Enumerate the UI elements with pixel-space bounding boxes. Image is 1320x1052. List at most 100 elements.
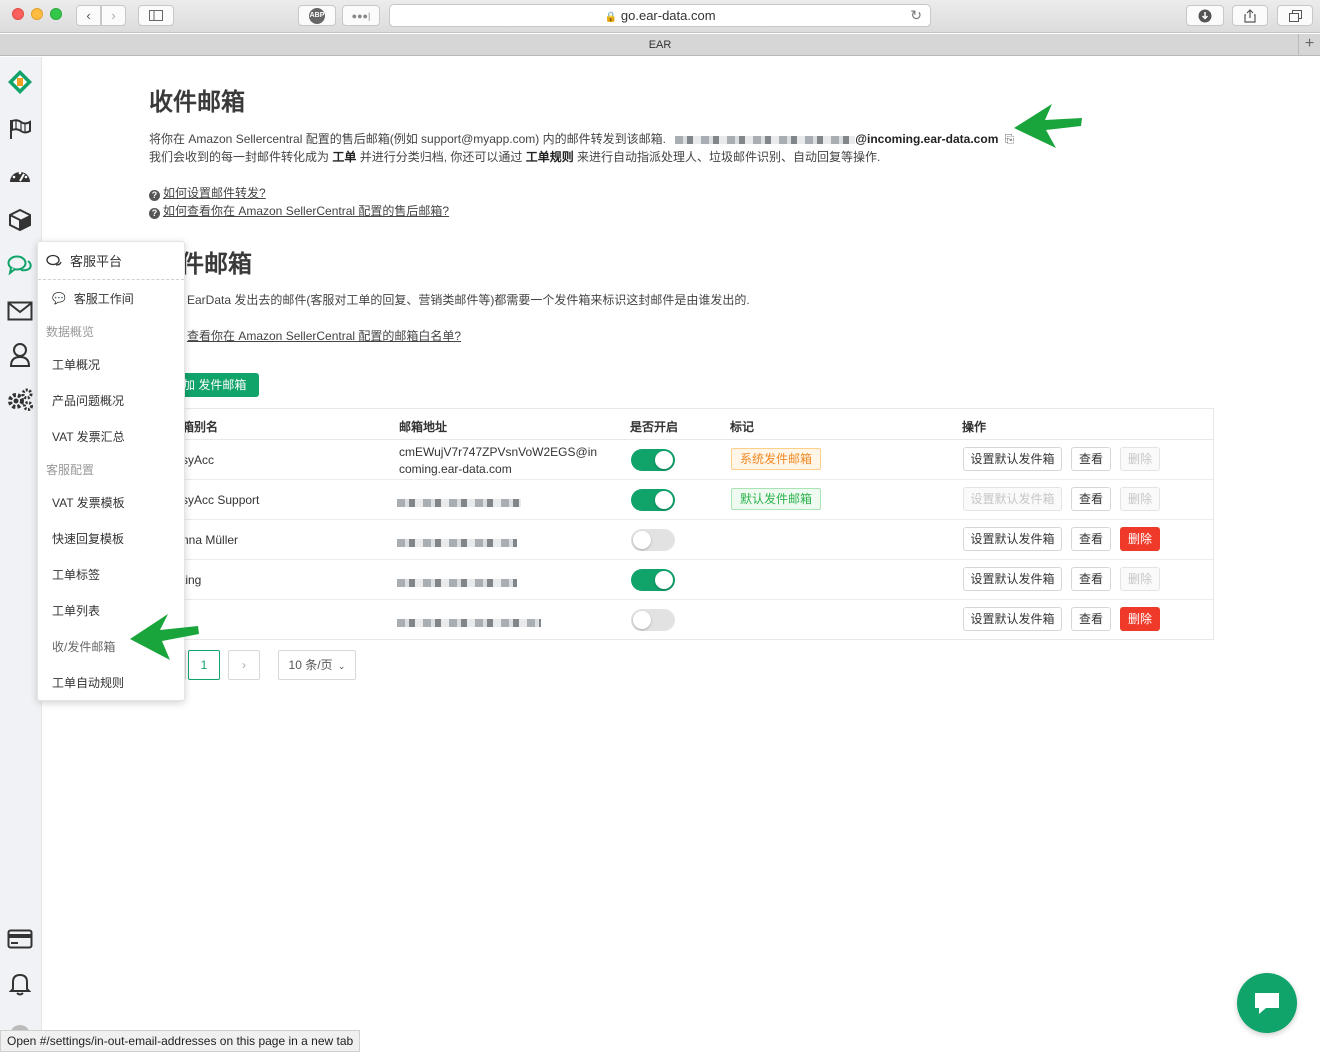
help-link-aftersales[interactable]: ? 如何查看你在 Amazon SellerCentral 配置的售后邮箱? [149, 202, 449, 219]
menu-item-workspace[interactable]: 💬 客服工作间 [38, 280, 184, 316]
set-default-button[interactable]: 设置默认发件箱 [963, 567, 1062, 591]
chevron-right-icon: › [111, 8, 116, 23]
enabled-switch[interactable] [631, 529, 675, 551]
email-cell-redacted [397, 575, 517, 589]
menu-group-config: 客服配置 [46, 462, 95, 477]
link-status-bar: Open #/settings/in-out-email-addresses o… [0, 1030, 361, 1052]
email-cell-redacted [397, 615, 541, 629]
menu-item-product-issues[interactable]: 产品问题概况 [38, 382, 184, 418]
rail-notifications[interactable] [6, 970, 34, 998]
menu-item-quick-reply[interactable]: 快速回复模板 [38, 520, 184, 556]
reload-icon[interactable]: ↻ [910, 5, 922, 26]
inbox-description-text: 将你在 Amazon Sellercentral 配置的售后邮箱(例如 supp… [149, 132, 666, 146]
address-text: go.ear-data.com [620, 8, 716, 23]
set-default-button[interactable]: 设置默认发件箱 [963, 607, 1062, 631]
delete-button[interactable]: 删除 [1120, 607, 1160, 631]
box-icon [9, 208, 31, 232]
set-default-button[interactable]: 设置默认发件箱 [963, 527, 1062, 551]
tab-title[interactable]: EAR [649, 39, 672, 51]
email-cell-redacted [397, 495, 521, 509]
dots-icon: ●●●| [351, 10, 371, 21]
switch-knob [633, 531, 651, 549]
rail-mail[interactable] [6, 297, 34, 325]
switch-knob [633, 611, 651, 629]
view-button[interactable]: 查看 [1071, 567, 1111, 591]
close-window-button[interactable] [12, 8, 24, 20]
bell-icon [9, 973, 31, 996]
menu-item-vat-summary[interactable]: VAT 发票汇总 [38, 418, 184, 454]
set-default-button[interactable]: 设置默认发件箱 [963, 487, 1062, 511]
alias-cell: syAcc Support [182, 493, 260, 507]
enabled-switch[interactable] [631, 489, 675, 511]
adblock-icon: ABP [309, 7, 325, 24]
col-alias: 箱别名 [182, 420, 219, 434]
redacted-email [397, 498, 521, 507]
back-button[interactable]: ‹ [76, 5, 101, 26]
extension-button[interactable]: ●●●| [342, 5, 380, 26]
inbox-title: 收件邮箱 [149, 89, 245, 116]
page-size-select[interactable]: 10 条/页 ⌄ [278, 650, 356, 680]
logo[interactable] [6, 68, 34, 96]
dashboard-gauge-icon [10, 171, 30, 182]
menu-item-vat-template[interactable]: VAT 发票模板 [38, 484, 184, 520]
chat-bubbles-icon [46, 254, 62, 266]
delete-button[interactable]: 删除 [1120, 447, 1160, 471]
question-circle-icon: ? [149, 190, 160, 201]
adblock-button[interactable]: ABP [298, 5, 336, 26]
delete-button[interactable]: 删除 [1120, 487, 1160, 511]
delete-button[interactable]: 删除 [1120, 527, 1160, 551]
table-row: 设置默认发件箱 查看 删除 [150, 600, 1213, 640]
lock-icon: 🔒 [604, 12, 617, 23]
enabled-switch[interactable] [631, 609, 675, 631]
tabs-overview-button[interactable] [1277, 5, 1313, 26]
rail-settings[interactable] [6, 385, 34, 413]
support-chat-button[interactable] [1237, 973, 1297, 1033]
minimize-window-button[interactable] [31, 8, 43, 20]
delete-button[interactable]: 删除 [1120, 567, 1160, 591]
flyout-header[interactable]: 客服平台 [38, 242, 184, 280]
help-link-forwarding[interactable]: ? 如何设置邮件转发? [149, 184, 266, 201]
redacted-email [397, 618, 541, 627]
menu-item-workspace-label: 客服工作间 [73, 291, 134, 306]
forward-button[interactable]: › [101, 5, 126, 26]
share-button[interactable] [1232, 5, 1268, 26]
col-actions: 操作 [962, 420, 987, 434]
desc2-part-e: 来进行自动指派处理人、垃圾邮件识别、自动回复等操作. [573, 150, 881, 164]
table-row: syAcc Support 默认发件邮箱 设置默认发件箱 查看 删除 [150, 480, 1213, 520]
rail-account[interactable] [6, 341, 34, 369]
email-line-1: cmEWujV7r747ZPVsnVoW2EGS@in [399, 445, 598, 459]
help-link-whitelist[interactable]: 查看你在 Amazon SellerCentral 配置的邮箱白名单? [187, 327, 461, 344]
menu-item-ticket-overview[interactable]: 工单概况 [38, 346, 184, 382]
set-default-button[interactable]: 设置默认发件箱 [963, 447, 1062, 471]
rail-products[interactable] [6, 206, 34, 234]
sidebar-toggle-button[interactable] [138, 5, 174, 26]
view-button[interactable]: 查看 [1071, 527, 1111, 551]
rail-customer-service[interactable] [6, 251, 34, 279]
rail-campaign[interactable] [6, 115, 34, 143]
downloads-button[interactable] [1186, 5, 1224, 26]
rail-billing[interactable] [6, 925, 34, 953]
view-button[interactable]: 查看 [1071, 607, 1111, 631]
enabled-switch[interactable] [631, 449, 675, 471]
enabled-switch[interactable] [631, 569, 675, 591]
alias-cell: syAcc [182, 453, 215, 467]
view-button[interactable]: 查看 [1071, 447, 1111, 471]
next-page-button[interactable]: › [228, 650, 260, 680]
zoom-window-button[interactable] [50, 8, 62, 20]
plus-icon: + [1304, 35, 1315, 52]
credit-card-icon [7, 929, 33, 949]
table-row: ting 设置默认发件箱 查看 删除 [150, 560, 1213, 600]
new-tab-button[interactable]: + [1298, 34, 1320, 56]
table-row: syAcc cmEWujV7r747ZPVsnVoW2EGS@in coming.e… [150, 440, 1213, 480]
chat-bubbles-icon [7, 255, 32, 276]
view-button[interactable]: 查看 [1071, 487, 1111, 511]
rail-dashboard[interactable] [6, 161, 34, 189]
menu-item-ticket-tags[interactable]: 工单标签 [38, 556, 184, 592]
icon-rail [0, 57, 42, 1052]
status-badge: 默认发件邮箱 [731, 488, 822, 510]
address-bar[interactable]: 🔒 go.ear-data.com ↻ [389, 4, 931, 27]
flag-icon [10, 119, 31, 139]
email-line-2: coming.ear-data.com [399, 462, 512, 476]
annotation-arrow-icon [1014, 104, 1082, 148]
menu-item-ticket-rules[interactable]: 工单自动规则 [38, 664, 184, 700]
